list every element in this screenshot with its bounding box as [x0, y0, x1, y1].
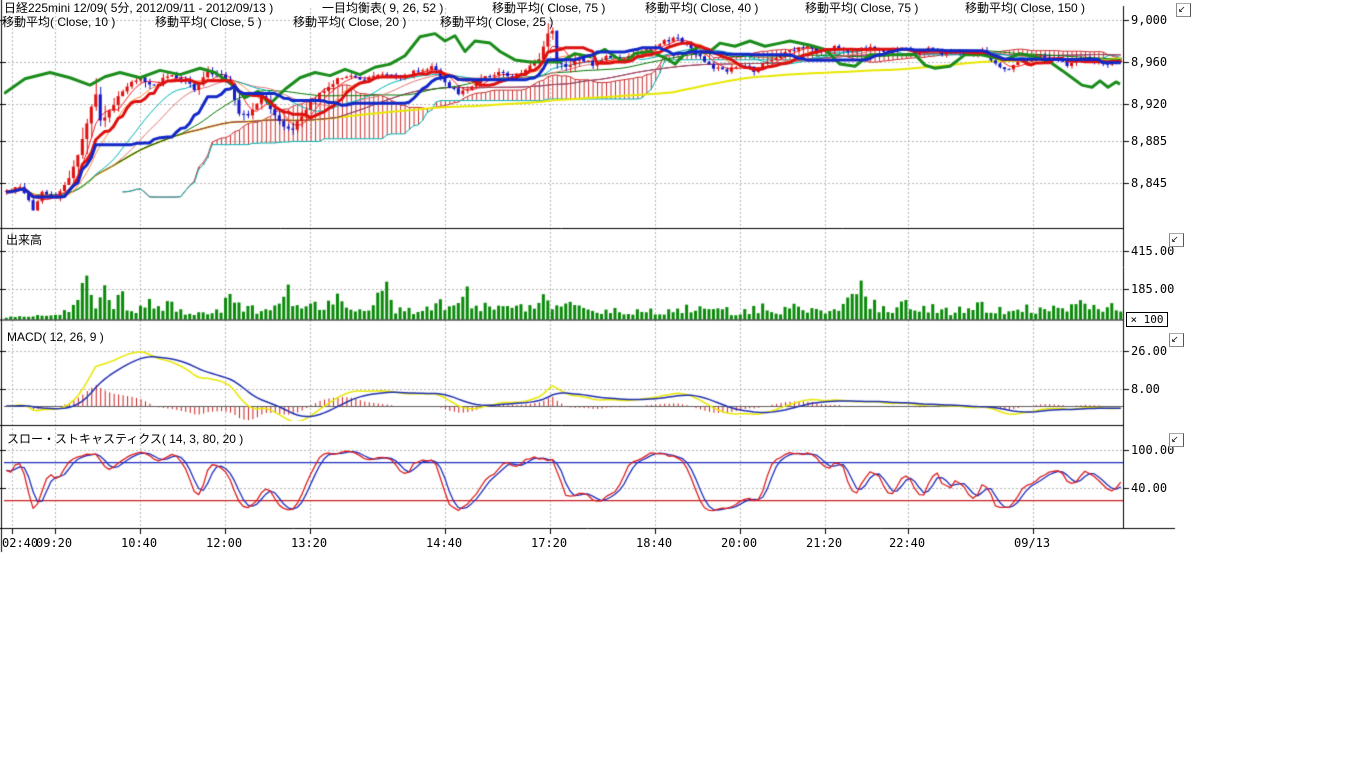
time-axis-label: 22:40: [889, 536, 925, 550]
stoch-axis-label: 40.00: [1131, 481, 1167, 495]
price-axis-label: 8,885: [1131, 134, 1167, 148]
stoch-pane-label: スロー・ストキャスティクス( 14, 3, 80, 20 ): [7, 430, 243, 447]
price-axis-label: 9,000: [1131, 13, 1167, 27]
macd-pane-label: MACD( 12, 26, 9 ): [7, 330, 104, 344]
time-axis-label: 10:40: [121, 536, 157, 550]
chart-canvas[interactable]: [0, 0, 1366, 768]
price-axis-label: 8,960: [1131, 55, 1167, 69]
legend-item: 移動平均( Close, 75 ): [805, 2, 918, 15]
price-axis-label: 8,920: [1131, 97, 1167, 111]
time-axis-label: 20:00: [721, 536, 757, 550]
legend-item: 移動平均( Close, 25 ): [440, 16, 553, 29]
macd-axis-label: 26.00: [1131, 344, 1167, 358]
time-axis-label: 13:20: [291, 536, 327, 550]
legend-item: 一目均衡表( 9, 26, 52 ): [322, 2, 443, 15]
time-axis-label: 17:20: [531, 536, 567, 550]
legend-item: 移動平均( Close, 75 ): [492, 2, 605, 15]
macd-axis-label: 8.00: [1131, 382, 1160, 396]
stoch-pane-scroll-icon[interactable]: ↙: [1169, 433, 1184, 447]
stoch-axis-label: 100.00: [1131, 443, 1174, 457]
price-pane-scroll-icon[interactable]: ↙: [1176, 3, 1191, 17]
time-axis-label: 09:20: [36, 536, 72, 550]
volume-pane-label: 出来高: [6, 231, 42, 248]
time-axis-label: 09/13: [1014, 536, 1050, 550]
legend-item: 移動平均( Close, 10 ): [2, 16, 115, 29]
legend-item: 移動平均( Close, 150 ): [965, 2, 1085, 15]
legend-item: 移動平均( Close, 20 ): [293, 16, 406, 29]
legend-item: 移動平均( Close, 5 ): [155, 16, 262, 29]
time-axis-label: 14:40: [426, 536, 462, 550]
price-axis-label: 8,845: [1131, 176, 1167, 190]
macd-pane-scroll-icon[interactable]: ↙: [1169, 333, 1184, 347]
volume-axis-label: 185.00: [1131, 282, 1174, 296]
volume-pane-scroll-icon[interactable]: ↙: [1169, 233, 1184, 247]
time-axis-label: 18:40: [636, 536, 672, 550]
time-axis-label: 12:00: [206, 536, 242, 550]
legend-item: 移動平均( Close, 40 ): [645, 2, 758, 15]
chart-window: 日経225mini 12/09( 5分, 2012/09/11 - 2012/0…: [0, 0, 1366, 768]
time-axis-label: 21:20: [806, 536, 842, 550]
volume-axis-label: 415.00: [1131, 244, 1174, 258]
time-axis-label: 02:40: [2, 536, 38, 550]
legend-item: 日経225mini 12/09( 5分, 2012/09/11 - 2012/0…: [4, 2, 273, 15]
volume-multiplier-badge: × 100: [1126, 312, 1168, 327]
